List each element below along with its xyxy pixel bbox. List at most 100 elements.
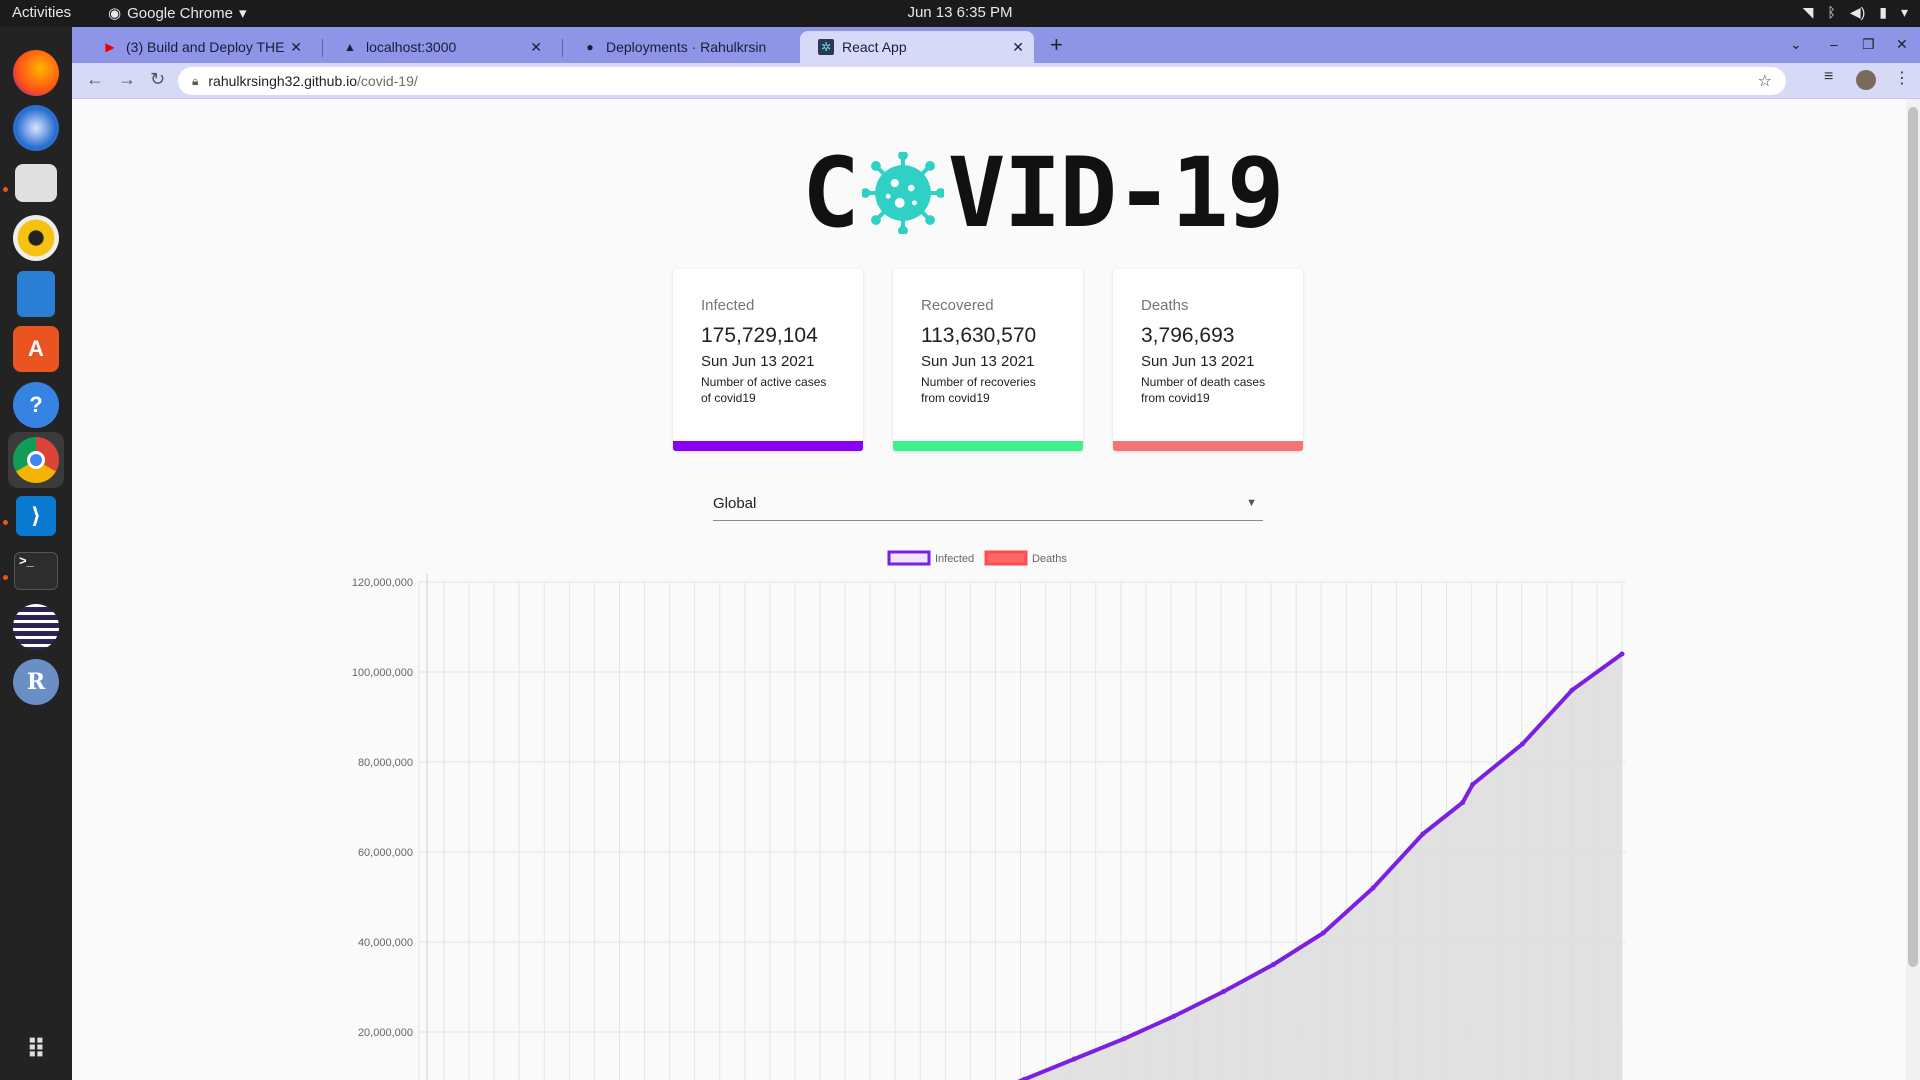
react-icon: ✲	[818, 39, 834, 55]
infected-area	[1022, 654, 1622, 1080]
vscode-icon: ⟩	[16, 496, 56, 536]
infected-point	[1619, 651, 1625, 657]
eclipse-launcher[interactable]	[8, 599, 64, 655]
youtube-icon: ▶	[105, 40, 115, 54]
chrome-launcher[interactable]	[8, 432, 64, 488]
legend-label: Deaths	[1032, 553, 1067, 565]
grid-icon: ⠿	[25, 1033, 47, 1064]
infected-point	[1420, 831, 1426, 837]
app-menu-label: Google Chrome	[127, 4, 233, 22]
tab-title: React App	[842, 39, 907, 55]
battery-icon: ▮	[1879, 4, 1887, 20]
infected-point	[1519, 741, 1525, 747]
tab-search-icon[interactable]: ⌄	[1790, 36, 1802, 53]
minimize-button[interactable]: –	[1830, 36, 1838, 52]
chevron-down-icon: ▾	[238, 5, 247, 22]
infected-point	[1569, 687, 1575, 693]
close-icon[interactable]: ✕	[290, 39, 302, 56]
infected-point	[1470, 782, 1476, 787]
address-bar[interactable]: 🔒︎ rahulkrsingh32.github.io/covid-19/ ☆	[178, 67, 1786, 95]
back-button[interactable]: ←	[86, 69, 104, 90]
close-window-button[interactable]: ✕	[1896, 36, 1908, 53]
rhythmbox-launcher[interactable]	[8, 210, 64, 266]
chevron-down-icon: ▾	[1900, 4, 1908, 20]
tab-localhost[interactable]: ▲ localhost:3000 ✕	[324, 31, 552, 63]
tab-title: localhost:3000	[366, 39, 457, 55]
help-launcher[interactable]: ?	[8, 377, 64, 433]
show-apps-button[interactable]: ⠿	[8, 1021, 64, 1077]
bookmark-star-icon[interactable]: ☆	[1758, 71, 1772, 91]
cases-chart: 120,000,000 100,000,000 80,000,000 60,000,0…	[352, 550, 1626, 1080]
tab-youtube[interactable]: ▶ (3) Build and Deploy THE ✕	[84, 31, 312, 63]
close-icon[interactable]: ✕	[1012, 39, 1024, 56]
wifi-icon: ◥	[1802, 4, 1814, 20]
triangle-icon: ▲	[344, 40, 356, 54]
url-path: /covid-19/	[357, 73, 418, 89]
chrome-icon	[13, 437, 59, 483]
y-tick-label: 60,000,000	[358, 847, 413, 859]
r-launcher[interactable]: R	[8, 654, 64, 710]
firefox-icon	[13, 50, 59, 96]
maximize-button[interactable]: ❐	[1862, 36, 1875, 53]
legend-swatch	[984, 550, 1028, 566]
y-tick-label: 100,000,000	[352, 667, 413, 679]
terminal-icon: >_	[14, 552, 58, 590]
files-launcher[interactable]	[8, 155, 64, 211]
y-tick-label: 120,000,000	[352, 577, 413, 589]
tab-title: (3) Build and Deploy THE	[126, 39, 285, 55]
chrome-icon: ◉	[108, 5, 122, 22]
page-scrollbar[interactable]	[1906, 99, 1920, 1080]
media-control-icon[interactable]: ≡	[1824, 68, 1833, 86]
software-icon: A	[13, 326, 59, 372]
clock[interactable]: Jun 13 6:35 PM	[0, 4, 1920, 21]
infected-point	[1221, 989, 1227, 994]
infected-point	[1121, 1036, 1127, 1042]
thunderbird-icon	[13, 105, 59, 151]
y-tick-label: 80,000,000	[358, 757, 413, 769]
vscode-launcher[interactable]: ⟩	[8, 488, 64, 544]
r-icon: R	[13, 659, 59, 705]
new-tab-button[interactable]: +	[1050, 32, 1063, 58]
infected-point	[1270, 962, 1276, 967]
infected-point	[1460, 800, 1466, 805]
bluetooth-icon: ᛒ	[1827, 4, 1836, 20]
volume-icon: ◀)	[1849, 4, 1866, 20]
app-menu[interactable]: ◉ Google Chrome ▾	[108, 4, 247, 23]
tab-react-app[interactable]: ✲ React App ✕	[800, 31, 1034, 63]
writer-icon	[17, 271, 55, 317]
infected-point	[1171, 1013, 1177, 1019]
scrollbar-thumb[interactable]	[1908, 107, 1918, 967]
reload-button[interactable]: ↻	[150, 69, 165, 90]
forward-button[interactable]: →	[118, 69, 136, 90]
y-tick-label: 40,000,000	[358, 937, 413, 949]
software-launcher[interactable]: A	[8, 321, 64, 377]
close-icon[interactable]: ✕	[530, 39, 542, 56]
legend-label: Infected	[935, 553, 974, 565]
tab-strip: ▶ (3) Build and Deploy THE ✕ ▲ localhost…	[72, 27, 1920, 63]
infected-point	[1071, 1056, 1077, 1062]
infected-point	[1320, 930, 1326, 936]
lock-icon: 🔒︎	[192, 73, 199, 88]
terminal-launcher[interactable]: >_	[8, 543, 64, 599]
tab-title: Deployments · Rahulkrsin	[606, 39, 767, 55]
eclipse-icon	[13, 604, 59, 650]
firefox-launcher[interactable]	[8, 45, 64, 101]
infected-point	[1370, 885, 1376, 891]
github-icon: ●	[586, 40, 594, 54]
tab-separator	[322, 39, 323, 57]
thunderbird-launcher[interactable]	[8, 100, 64, 156]
url-host: rahulkrsingh32.github.io	[208, 73, 358, 89]
page-viewport: C VID-19 Infected 175,729,104 Sun Jun 13…	[72, 99, 1920, 1080]
profile-avatar[interactable]	[1856, 70, 1876, 90]
system-top-bar: Activities ◉ Google Chrome ▾ Jun 13 6:35…	[0, 0, 1920, 27]
writer-launcher[interactable]	[8, 266, 64, 322]
application-dock: A ? ⟩ >_ R ⠿	[0, 27, 72, 1080]
legend-swatch	[887, 550, 931, 566]
activities-button[interactable]: Activities	[12, 4, 71, 21]
tab-separator	[562, 39, 563, 57]
rhythmbox-icon	[13, 215, 59, 261]
help-icon: ?	[13, 382, 59, 428]
menu-kebab-icon[interactable]: ⋮	[1894, 68, 1910, 88]
system-tray[interactable]: ◥ ᛒ ◀) ▮ ▾	[1803, 4, 1908, 21]
tab-deployments[interactable]: ● Deployments · Rahulkrsin	[564, 31, 792, 63]
